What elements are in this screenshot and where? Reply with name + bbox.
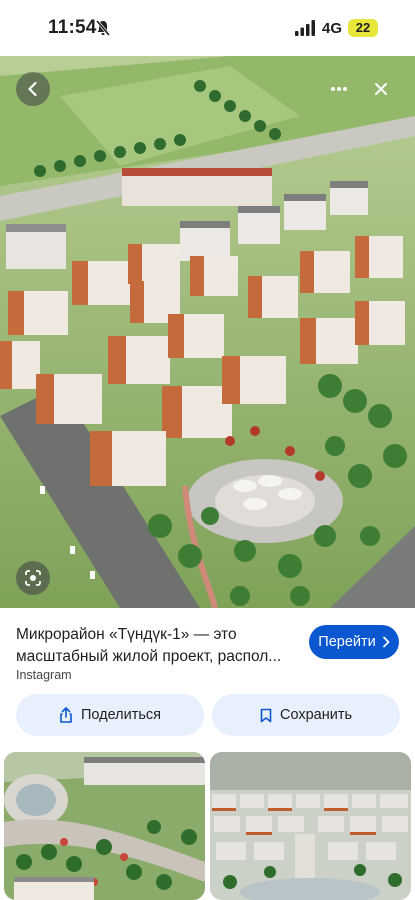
aerial-render bbox=[0, 56, 415, 608]
more-options-button[interactable] bbox=[322, 72, 356, 106]
related-image-1[interactable] bbox=[4, 752, 205, 900]
share-icon bbox=[60, 707, 72, 723]
status-time: 11:54 bbox=[48, 17, 97, 38]
lens-icon bbox=[25, 570, 41, 586]
network-type: 4G bbox=[322, 20, 343, 37]
back-button[interactable] bbox=[16, 72, 50, 106]
bookmark-icon bbox=[260, 708, 272, 722]
close-icon bbox=[375, 83, 387, 95]
related-image-2-render bbox=[210, 752, 411, 900]
visit-button[interactable]: Перейти bbox=[309, 625, 399, 659]
close-button[interactable] bbox=[364, 72, 398, 106]
result-title-line-1: Микрорайон «Түндүк-1» — это bbox=[16, 626, 237, 643]
lens-search-button[interactable] bbox=[16, 561, 50, 595]
share-button[interactable]: Поделиться bbox=[16, 694, 204, 736]
visit-button-label: Перейти bbox=[318, 634, 376, 650]
chevron-right-icon bbox=[382, 636, 390, 648]
related-image-1-render bbox=[4, 752, 205, 900]
result-source: Instagram bbox=[16, 668, 72, 682]
back-arrow-icon bbox=[28, 81, 37, 97]
hero-image[interactable] bbox=[0, 56, 415, 608]
mute-icon bbox=[96, 20, 110, 36]
save-button[interactable]: Сохранить bbox=[212, 694, 400, 736]
battery-level: 22 bbox=[348, 19, 378, 37]
save-button-label: Сохранить bbox=[279, 707, 353, 723]
related-image-2[interactable] bbox=[210, 752, 411, 900]
share-button-label: Поделиться bbox=[80, 707, 162, 723]
result-title[interactable]: Микрорайон «Түндүк-1» — это масштабный ж… bbox=[16, 624, 298, 668]
more-icon bbox=[331, 87, 347, 91]
status-bar: 11:54 4G 22 bbox=[0, 0, 415, 56]
result-title-line-2: масштабный жилой проект, распол... bbox=[16, 648, 282, 665]
signal-icon bbox=[295, 20, 315, 36]
